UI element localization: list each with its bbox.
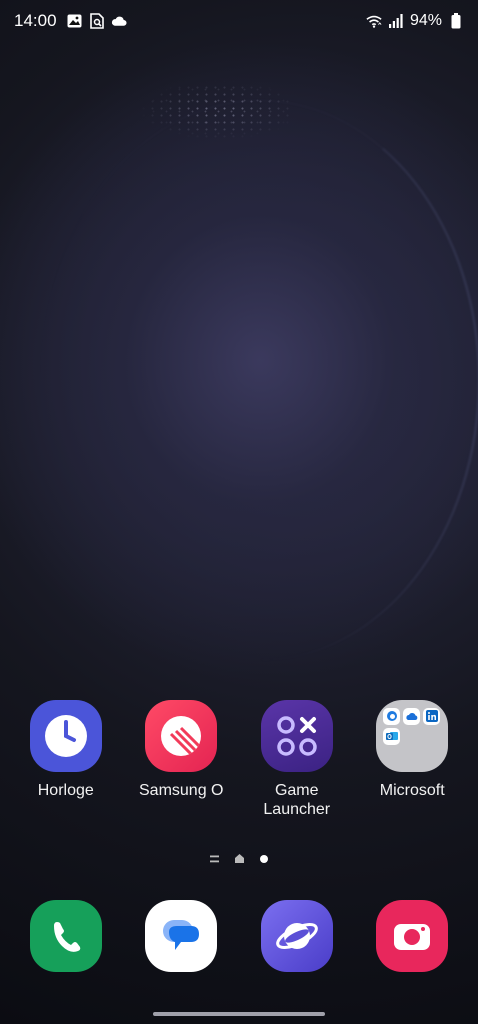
app-label: Microsoft [379, 782, 445, 799]
cloud-icon [111, 13, 127, 29]
phone-icon[interactable] [29, 900, 102, 972]
app-horloge[interactable]: Horloge [11, 700, 121, 819]
samsung-o-icon[interactable] [145, 700, 218, 772]
dock-internet[interactable] [242, 900, 352, 972]
home-page-icon[interactable] [234, 851, 245, 869]
outlook-icon [383, 727, 401, 745]
onedrive-icon [403, 707, 421, 725]
gallery-icon [67, 13, 83, 29]
clock-icon[interactable] [29, 700, 102, 772]
current-page-dot[interactable] [259, 851, 269, 869]
app-label: Horloge [37, 782, 94, 799]
dock-camera[interactable] [357, 900, 467, 972]
messages-icon[interactable] [145, 900, 218, 972]
gesture-navigation-handle[interactable] [153, 1012, 325, 1016]
game-launcher-icon[interactable] [260, 700, 333, 772]
linkedin-icon [423, 707, 441, 725]
screenshot-search-icon [89, 13, 105, 29]
folder-icon[interactable] [376, 700, 449, 772]
dock-messages[interactable] [126, 900, 236, 972]
signal-icon [388, 13, 404, 29]
menu-page-icon[interactable] [209, 851, 220, 869]
app-samsung-o[interactable]: Samsung O [126, 700, 236, 819]
dock-phone[interactable] [11, 900, 121, 972]
dock [0, 900, 478, 972]
battery-percentage: 94% [409, 12, 442, 29]
status-bar-left: 14:00 [14, 11, 127, 31]
camera-icon[interactable] [376, 900, 449, 972]
app-game-launcher[interactable]: Game Launcher [242, 700, 352, 819]
page-indicator[interactable] [0, 851, 478, 869]
wifi-icon [366, 13, 382, 29]
folder-microsoft[interactable]: Microsoft [357, 700, 467, 819]
home-app-row: Horloge Samsung O Game Launcher Microsof… [0, 700, 478, 819]
status-bar: 14:00 94% [0, 0, 478, 42]
internet-icon[interactable] [260, 900, 333, 972]
wallpaper-stardust [130, 70, 290, 160]
wallpaper-orb [40, 100, 478, 660]
status-bar-right: 94% [366, 12, 464, 30]
app-label: Samsung O [139, 782, 224, 799]
app-label: Game Launcher [263, 782, 331, 818]
status-time: 14:00 [14, 11, 57, 30]
battery-icon [448, 13, 464, 29]
edge-icon [383, 707, 401, 725]
